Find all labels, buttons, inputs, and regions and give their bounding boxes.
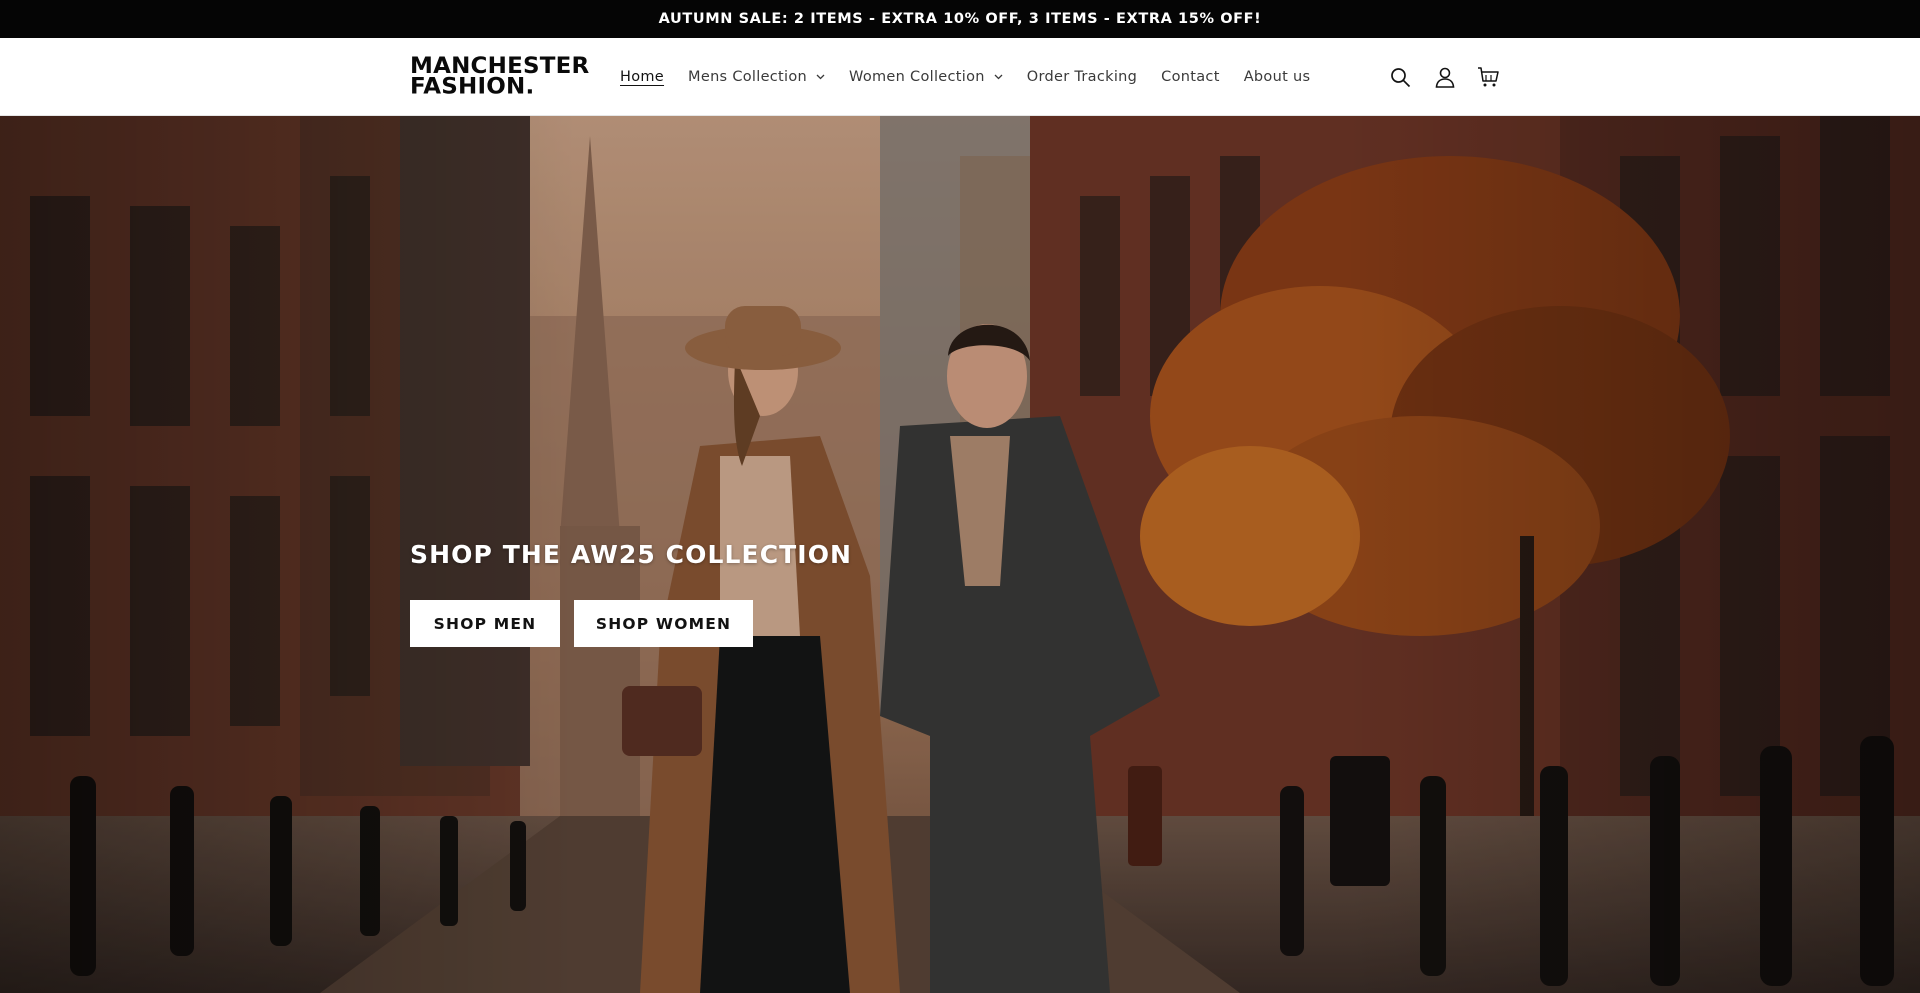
site-header: MANCHESTER FASHION. Home Mens Collection… [0, 38, 1920, 116]
announcement-text: AUTUMN SALE: 2 ITEMS - EXTRA 10% OFF, 3 … [658, 11, 1262, 27]
search-icon[interactable] [1388, 65, 1413, 90]
site-logo[interactable]: MANCHESTER FASHION. [410, 55, 589, 100]
nav-contact-label: Contact [1161, 69, 1220, 85]
shop-men-button[interactable]: SHOP MEN [410, 600, 560, 647]
account-icon[interactable] [1432, 65, 1457, 90]
header-icons [1388, 38, 1501, 116]
nav-contact[interactable]: Contact [1149, 69, 1232, 85]
nav-about-us[interactable]: About us [1232, 69, 1323, 85]
nav-home[interactable]: Home [608, 69, 676, 85]
main-nav: Home Mens Collection Women Collection Or… [608, 38, 1322, 116]
chevron-down-icon [816, 74, 825, 80]
nav-about-label: About us [1243, 69, 1311, 85]
nav-order-tracking[interactable]: Order Tracking [1015, 69, 1149, 85]
logo-line-2: FASHION. [410, 74, 535, 100]
shop-women-button[interactable]: SHOP WOMEN [574, 600, 753, 647]
chevron-down-icon [994, 74, 1003, 80]
hero-title: SHOP THE AW25 COLLECTION [410, 540, 853, 569]
nav-mens-label: Mens Collection [688, 69, 808, 85]
hero-banner: SHOP THE AW25 COLLECTION SHOP MEN SHOP W… [0, 116, 1920, 993]
nav-mens-collection[interactable]: Mens Collection [676, 69, 837, 85]
nav-order-tracking-label: Order Tracking [1026, 69, 1138, 85]
nav-women-collection[interactable]: Women Collection [837, 69, 1015, 85]
hero-background-image [0, 116, 1920, 993]
nav-home-label: Home [620, 69, 665, 85]
announcement-bar: AUTUMN SALE: 2 ITEMS - EXTRA 10% OFF, 3 … [0, 0, 1920, 38]
hero-buttons: SHOP MEN SHOP WOMEN [410, 600, 753, 647]
cart-icon[interactable] [1476, 65, 1501, 90]
nav-women-label: Women Collection [849, 69, 985, 85]
